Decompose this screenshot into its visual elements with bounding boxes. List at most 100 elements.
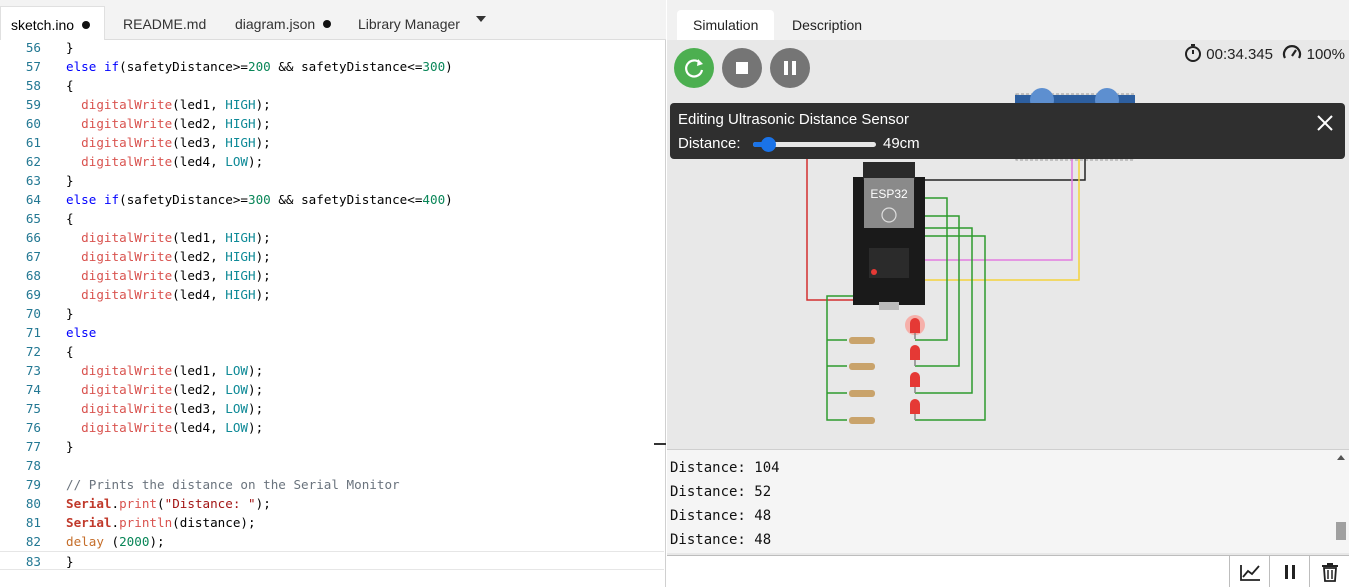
restart-button[interactable] [674, 48, 714, 88]
code-line[interactable]: 72 { [0, 342, 664, 361]
code-line[interactable]: 77} [0, 437, 664, 456]
code-text[interactable]: else [66, 323, 96, 342]
esp32-board[interactable]: ESP32 [853, 162, 925, 310]
code-text[interactable]: } [66, 171, 74, 190]
code-line[interactable]: 56} [0, 38, 664, 57]
code-editor-pane: sketch.ino README.md diagram.json Librar… [0, 0, 666, 587]
code-line[interactable]: 81 Serial.println(distance); [0, 513, 664, 532]
code-line[interactable]: 61 digitalWrite(led3, HIGH); [0, 133, 664, 152]
line-number: 79 [25, 477, 41, 492]
code-line[interactable]: 70} [0, 304, 664, 323]
stop-button[interactable] [722, 48, 762, 88]
code-text[interactable]: digitalWrite(led3, HIGH); [66, 266, 271, 285]
serial-monitor-output[interactable]: Distance: 104 Distance: 52 Distance: 48 Dis… [667, 449, 1349, 553]
code-line[interactable]: 62 digitalWrite(led4, LOW); [0, 152, 664, 171]
line-number: 68 [25, 268, 41, 283]
code-text[interactable]: digitalWrite(led1, HIGH); [66, 95, 271, 114]
code-text[interactable]: digitalWrite(led4, LOW); [66, 418, 263, 437]
line-number: 67 [25, 249, 41, 264]
serial-input[interactable] [667, 556, 1229, 587]
code-line[interactable]: 66 digitalWrite(led1, HIGH); [0, 228, 664, 247]
code-line[interactable]: 64 else if(safetyDistance>=300 && safetyD… [0, 190, 664, 209]
code-line[interactable]: 67 digitalWrite(led2, HIGH); [0, 247, 664, 266]
code-line[interactable]: 71 else [0, 323, 664, 342]
code-text[interactable]: digitalWrite(led1, LOW); [66, 361, 263, 380]
code-line[interactable]: 57 else if(safetyDistance>=200 && safetyD… [0, 57, 664, 76]
line-number: 63 [25, 173, 41, 188]
code-text[interactable]: { [66, 209, 74, 228]
line-number: 69 [25, 287, 41, 302]
tab-diagram-json[interactable]: diagram.json [235, 6, 332, 40]
distance-label: Distance: [678, 135, 741, 152]
code-text[interactable]: digitalWrite(led4, HIGH); [66, 285, 271, 304]
code-line[interactable]: 74 digitalWrite(led2, LOW); [0, 380, 664, 399]
chevron-down-icon[interactable] [476, 16, 486, 22]
line-number: 74 [25, 382, 41, 397]
pause-button[interactable] [770, 48, 810, 88]
circuit-canvas[interactable]: ESP32 [667, 40, 1349, 450]
code-line[interactable]: 73 digitalWrite(led1, LOW); [0, 361, 664, 380]
code-text[interactable]: Serial.print("Distance: "); [66, 494, 271, 513]
code-text[interactable]: digitalWrite(led3, HIGH); [66, 133, 271, 152]
code-text[interactable]: else if(safetyDistance>=200 && safetyDis… [66, 57, 453, 76]
line-number: 82 [25, 534, 41, 549]
code-line[interactable]: 80 Serial.print("Distance: "); [0, 494, 664, 513]
code-line[interactable]: 75 digitalWrite(led3, LOW); [0, 399, 664, 418]
code-text[interactable]: } [66, 304, 74, 323]
code-text[interactable]: delay (2000); [66, 532, 165, 551]
scrollbar-thumb[interactable] [1336, 522, 1346, 540]
simulator-pane: Simulation Description ESP32 00:34.345 1… [667, 0, 1349, 587]
code-text[interactable]: digitalWrite(led1, HIGH); [66, 228, 271, 247]
serial-line: Distance: 104 [670, 460, 780, 476]
stopwatch-icon [1185, 44, 1202, 62]
tab-description[interactable]: Description [776, 10, 878, 40]
code-line[interactable]: 82 delay (2000); [0, 532, 664, 551]
code-line[interactable]: 58 { [0, 76, 664, 95]
code-line[interactable]: 76 digitalWrite(led4, LOW); [0, 418, 664, 437]
code-text[interactable]: digitalWrite(led2, HIGH); [66, 114, 271, 133]
code-line[interactable]: 60 digitalWrite(led2, HIGH); [0, 114, 664, 133]
code-line[interactable]: 59 digitalWrite(led1, HIGH); [0, 95, 664, 114]
tab-label: sketch.ino [11, 17, 75, 33]
code-text[interactable]: digitalWrite(led2, LOW); [66, 380, 263, 399]
plotter-button[interactable] [1229, 556, 1269, 587]
code-text[interactable]: { [66, 342, 74, 361]
code-line[interactable]: 63} [0, 171, 664, 190]
tab-sketch-ino[interactable]: sketch.ino [0, 6, 105, 40]
scrollbar-marker[interactable] [654, 443, 666, 445]
code-area[interactable]: 56} 57 else if(safetyDistance>=200 && safe… [0, 38, 664, 587]
code-line[interactable]: 65 { [0, 209, 664, 228]
code-line[interactable]: 79 // Prints the distance on the Serial M… [0, 475, 664, 494]
code-text[interactable]: // Prints the distance on the Serial Mon… [66, 475, 400, 494]
code-line[interactable]: 78 [0, 456, 664, 475]
serial-scrollbar[interactable] [1333, 450, 1349, 554]
code-text[interactable]: } [66, 552, 74, 571]
code-text[interactable]: } [66, 437, 74, 456]
code-text[interactable]: digitalWrite(led3, LOW); [66, 399, 263, 418]
tab-library-manager[interactable]: Library Manager [358, 6, 460, 40]
simulation-timer: 00:34.345 [1184, 44, 1273, 64]
code-line[interactable]: 68 digitalWrite(led3, HIGH); [0, 266, 664, 285]
code-text[interactable]: } [66, 38, 74, 57]
code-line[interactable]: 83} [0, 551, 664, 570]
close-icon[interactable] [1315, 113, 1335, 133]
slider-thumb[interactable] [760, 137, 776, 152]
code-text[interactable]: else if(safetyDistance>=300 && safetyDis… [66, 190, 453, 209]
serial-pause-button[interactable] [1269, 556, 1309, 587]
tab-label: diagram.json [235, 16, 316, 32]
tab-readme-md[interactable]: README.md [123, 6, 206, 40]
clear-button[interactable] [1309, 556, 1349, 587]
scroll-up-icon[interactable] [1337, 455, 1345, 460]
code-line[interactable]: 69 digitalWrite(led4, HIGH); [0, 285, 664, 304]
code-text[interactable]: digitalWrite(led2, HIGH); [66, 247, 271, 266]
line-number: 57 [25, 59, 41, 74]
timer-value: 00:34.345 [1206, 46, 1273, 63]
code-text[interactable]: Serial.println(distance); [66, 513, 256, 532]
distance-slider[interactable] [753, 137, 876, 152]
simulator-tab-bar: Simulation Description [667, 0, 1349, 40]
code-text[interactable]: digitalWrite(led4, LOW); [66, 152, 263, 171]
tab-simulation[interactable]: Simulation [677, 10, 775, 40]
line-number: 80 [25, 496, 41, 511]
serial-line: Distance: 52 [670, 484, 772, 500]
code-text[interactable]: { [66, 76, 74, 95]
